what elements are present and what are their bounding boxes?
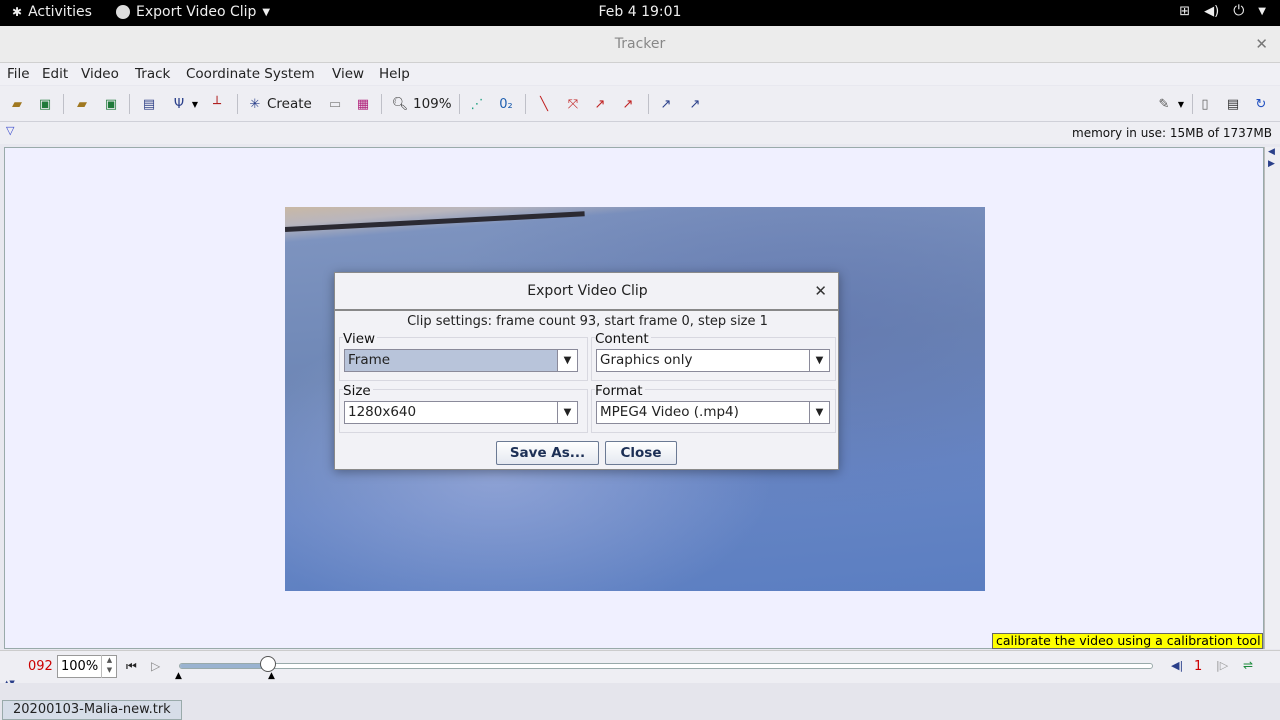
window-close-icon[interactable]: ✕ [1255, 35, 1268, 53]
status-bar: 20200103-Malia-new.trk [0, 683, 1280, 720]
chevron-down-icon[interactable]: ▼ [557, 350, 577, 371]
menu-file[interactable]: File [7, 66, 30, 82]
toolbar: ▰ ▣ ▰ ▣ ▤ Ψ ▼ ┴ ✳ Create ▭ ▦ 🔍︎ 109% ⋰ 0… [0, 86, 1280, 122]
clip-settings-text: Clip settings: frame count 93, start fra… [407, 314, 768, 329]
frame-number[interactable]: 092 [28, 659, 53, 674]
notes-icon[interactable]: ▯ [1196, 95, 1214, 113]
save-icon[interactable]: ▣ [36, 95, 54, 113]
chevron-down-icon[interactable]: ▼ [186, 95, 204, 113]
tape-measure-icon[interactable]: ▭ [326, 95, 344, 113]
format-label: Format [595, 383, 645, 399]
gnome-top-bar: ✱ Activities Export Video Clip ▼ Feb 4 1… [0, 0, 1280, 26]
size-select-value: 1280x640 [348, 404, 417, 420]
rewind-icon[interactable]: ⏮ [126, 659, 137, 674]
window-title-bar: Tracker ✕ [0, 26, 1280, 63]
step-size[interactable]: 1 [1194, 659, 1202, 674]
x-mass-icon[interactable]: ↗ [657, 95, 675, 113]
calibration-hint: calibrate the video using a calibration … [992, 633, 1263, 649]
trails-icon[interactable]: ⋰ [468, 95, 486, 113]
view-label: View [343, 331, 378, 347]
axes-icon[interactable]: ┴ [208, 95, 226, 113]
menu-view[interactable]: View [332, 66, 364, 82]
playback-rate-spinner[interactable]: ▲ ▼ [101, 655, 117, 678]
clip-settings-icon[interactable]: ▤ [140, 95, 158, 113]
format-select[interactable]: MPEG4 Video (.mp4) ▼ [596, 401, 830, 424]
content-select[interactable]: Graphics only ▼ [596, 349, 830, 372]
chevron-down-icon[interactable]: ▼ [1172, 95, 1190, 113]
menu-bar: File Edit Video Track Coordinate System … [0, 63, 1280, 85]
menu-video[interactable]: Video [81, 66, 119, 82]
power-icon: ⏻ [1233, 3, 1245, 19]
dialog-title: Export Video Clip [527, 283, 648, 299]
refresh-icon[interactable]: ↻ [1252, 95, 1270, 113]
track-control-icon[interactable]: ▦ [354, 95, 372, 113]
loop-icon[interactable]: ⇌ [1243, 658, 1253, 672]
properties-icon[interactable]: ▤ [1224, 95, 1242, 113]
save-video-icon[interactable]: ▣ [102, 95, 120, 113]
start-marker-icon[interactable]: ▲ [175, 671, 182, 681]
content-select-value: Graphics only [600, 352, 693, 368]
create-star-icon[interactable]: ✳ [246, 95, 264, 113]
momentum-icon[interactable]: ↗ [686, 95, 704, 113]
content-label: Content [595, 331, 651, 347]
menu-edit[interactable]: Edit [42, 66, 68, 82]
create-button-label[interactable]: Create [267, 96, 312, 112]
pencil-icon[interactable]: ✎ [1155, 95, 1173, 113]
menu-track[interactable]: Track [135, 66, 170, 82]
file-tab[interactable]: 20200103-Malia-new.trk [2, 700, 182, 720]
play-icon[interactable]: ▷ [151, 659, 160, 673]
menu-coordinate-system[interactable]: Coordinate System [186, 66, 315, 82]
chevron-down-icon[interactable]: ▼ [809, 402, 829, 423]
step-forward-icon[interactable]: |▷ [1216, 659, 1228, 672]
chevron-down-icon[interactable]: ▼ [557, 402, 577, 423]
view-select[interactable]: Frame ▼ [344, 349, 578, 372]
zoom-icon[interactable]: 🔍︎ [391, 95, 409, 113]
frame-slider-fill [180, 664, 269, 668]
info-row: ▽ memory in use: 15MB of 1737MB [0, 122, 1280, 144]
format-select-value: MPEG4 Video (.mp4) [600, 404, 739, 420]
dialog-divider [335, 309, 838, 311]
end-marker-icon[interactable]: ▲ [268, 671, 275, 681]
player-bar: 092 100% ▲▼ ⏮ ▷ ▲ ▲ ◀| 1 |▷ ⇌ ▲▼ [0, 650, 1280, 687]
menu-help[interactable]: Help [379, 66, 410, 82]
frame-slider-thumb[interactable] [260, 656, 276, 672]
size-select[interactable]: 1280x640 ▼ [344, 401, 578, 424]
step-back-icon[interactable]: ◀| [1171, 659, 1183, 672]
system-tray[interactable]: ⊞ ◀) ⏻ ▼ [1179, 3, 1266, 19]
labels-icon[interactable]: 0₂ [497, 95, 515, 113]
chevron-down-icon: ▼ [1258, 5, 1266, 17]
positions-icon[interactable]: ⤧ [564, 95, 582, 113]
acceleration-icon[interactable]: ↗ [619, 95, 637, 113]
frame-slider[interactable] [179, 663, 1153, 669]
expand-right-icon[interactable]: ▶ [1268, 159, 1275, 169]
chevron-down-icon[interactable]: ▼ [809, 350, 829, 371]
path-icon[interactable]: ╲ [535, 95, 553, 113]
view-select-value: Frame [348, 352, 391, 368]
dialog-close-icon[interactable]: ✕ [814, 282, 827, 300]
open-video-icon[interactable]: ▰ [73, 95, 91, 113]
zoom-level[interactable]: 109% [413, 96, 452, 112]
volume-icon: ◀) [1204, 3, 1220, 19]
close-button[interactable]: Close [605, 441, 677, 465]
size-label: Size [343, 383, 373, 399]
memory-status[interactable]: memory in use: 15MB of 1737MB [1072, 126, 1272, 140]
velocity-icon[interactable]: ↗ [591, 95, 609, 113]
save-as-button[interactable]: Save As... [496, 441, 599, 465]
export-video-clip-dialog: Export Video Clip ✕ Clip settings: frame… [334, 272, 839, 470]
network-icon: ⊞ [1179, 3, 1191, 19]
expand-left-icon[interactable]: ◀ [1268, 147, 1275, 157]
sidebar-toggle-strip[interactable]: ◀ ▶ [1264, 147, 1280, 649]
open-folder-icon[interactable]: ▰ [8, 95, 26, 113]
clock[interactable]: Feb 4 19:01 [0, 4, 1280, 20]
filter-triangle-icon[interactable]: ▽ [6, 124, 14, 137]
pool-edge [285, 211, 585, 232]
window-title: Tracker [614, 36, 666, 52]
